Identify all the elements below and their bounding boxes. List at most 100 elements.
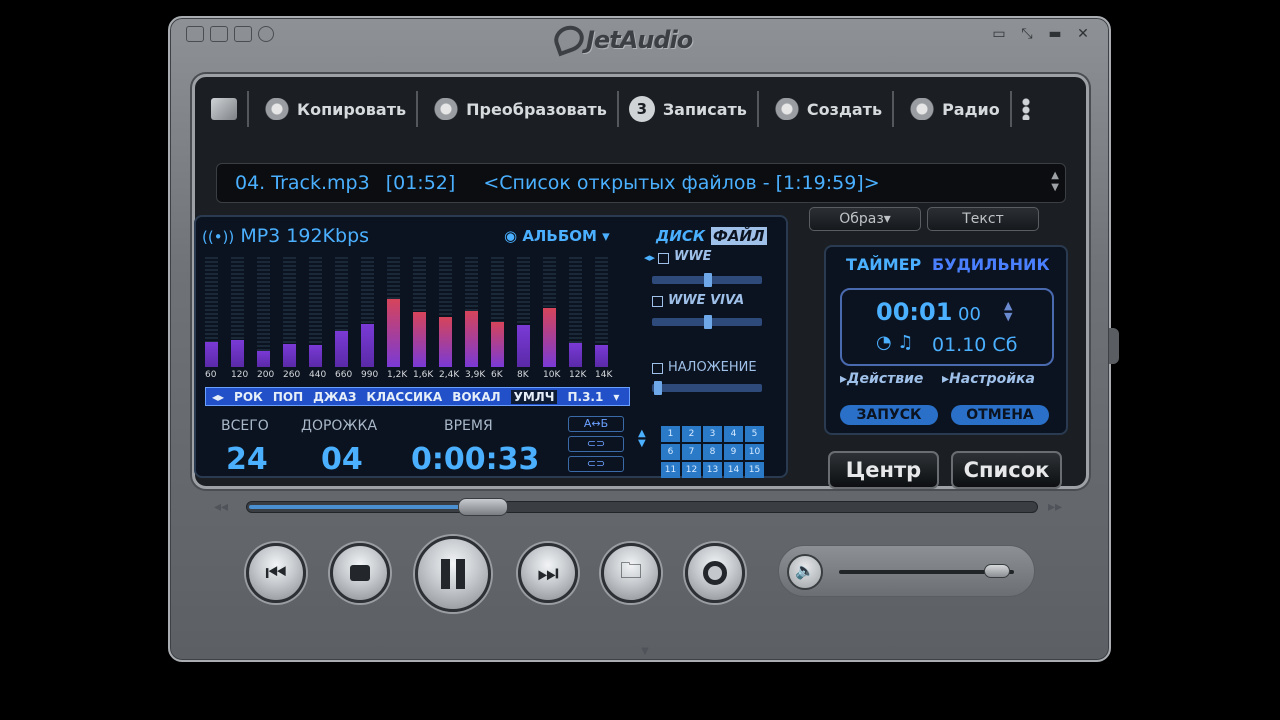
track-number-button[interactable]: 2 bbox=[682, 426, 701, 442]
eq-band-level[interactable] bbox=[439, 317, 452, 367]
eq-band-level[interactable] bbox=[413, 312, 426, 367]
close-icon[interactable]: ✕ bbox=[1073, 26, 1093, 42]
start-button[interactable]: ЗАПУСК bbox=[840, 405, 938, 425]
seek-back-icon[interactable]: ◂◂ bbox=[214, 499, 228, 515]
eq-band-level[interactable] bbox=[569, 343, 582, 367]
equalizer[interactable] bbox=[205, 257, 625, 367]
menu-icon[interactable] bbox=[186, 26, 204, 42]
eq-band-level[interactable] bbox=[283, 344, 296, 367]
settings-link[interactable]: ▸Настройка bbox=[942, 371, 1035, 387]
cancel-button[interactable]: ОТМЕНА bbox=[951, 405, 1049, 425]
minimize-icon[interactable]: ▬ bbox=[1045, 26, 1065, 42]
timer-tab[interactable]: ТАЙМЕР bbox=[846, 255, 921, 274]
wide-checkbox[interactable] bbox=[658, 253, 669, 264]
seek-forward-icon[interactable]: ▸▸ bbox=[1048, 499, 1062, 515]
viva-slider[interactable] bbox=[652, 315, 762, 329]
track-number-button[interactable]: 15 bbox=[745, 462, 764, 478]
skin-icon[interactable] bbox=[234, 26, 252, 42]
track-number-button[interactable]: 6 bbox=[661, 444, 680, 460]
mute-button[interactable]: 🔈 bbox=[787, 554, 823, 590]
overlay-slider-knob[interactable] bbox=[654, 381, 662, 395]
convert-button[interactable]: Преобразовать bbox=[418, 91, 619, 127]
grid-scroll-icon[interactable]: ▲ ▼ bbox=[638, 429, 646, 449]
open-folder-button[interactable]: 🗀 bbox=[601, 543, 661, 603]
preset-slot[interactable]: П.3.1 bbox=[567, 390, 603, 404]
info-icon[interactable] bbox=[258, 26, 274, 42]
eq-band-level[interactable] bbox=[491, 322, 504, 367]
seek-bar[interactable] bbox=[246, 498, 1038, 516]
track-number-button[interactable]: 14 bbox=[724, 462, 743, 478]
disk-mode[interactable]: ДИСК bbox=[656, 227, 705, 245]
eq-band-level[interactable] bbox=[465, 311, 478, 367]
restore-icon[interactable]: ⤡ bbox=[1017, 26, 1037, 42]
preset-jazz[interactable]: ДЖАЗ bbox=[313, 390, 356, 404]
radio-button[interactable]: Радио bbox=[894, 91, 1012, 127]
mini-icon[interactable] bbox=[210, 26, 228, 42]
eq-toggle-icon[interactable]: ◂▸ bbox=[212, 390, 224, 404]
track-number-button[interactable]: 4 bbox=[724, 426, 743, 442]
side-expand-handle[interactable] bbox=[1109, 328, 1119, 364]
viva-checkbox[interactable] bbox=[652, 296, 663, 307]
copy-button[interactable]: Копировать bbox=[249, 91, 419, 127]
overlay-slider[interactable] bbox=[652, 381, 762, 395]
eq-preset-bar[interactable]: ◂▸ РОК ПОП ДЖАЗ КЛАССИКА ВОКАЛ УМЛЧ П.3.… bbox=[205, 387, 630, 406]
repeat-button[interactable]: ⊂⊃ bbox=[568, 436, 624, 452]
burn-button[interactable]: 3 Записать bbox=[619, 91, 759, 127]
viva-slider-knob[interactable] bbox=[704, 315, 712, 329]
eject-disc-button[interactable] bbox=[685, 543, 745, 603]
pause-button[interactable] bbox=[415, 536, 491, 612]
minimize-tray-icon[interactable]: ▭ bbox=[989, 26, 1009, 42]
eq-band-level[interactable] bbox=[517, 325, 530, 367]
bottom-expand-handle-icon[interactable]: ▼ bbox=[630, 646, 660, 657]
create-button[interactable]: Создать bbox=[759, 91, 895, 127]
volume-knob[interactable] bbox=[984, 564, 1010, 578]
file-mode[interactable]: ФАЙЛ bbox=[711, 227, 767, 245]
track-number-button[interactable]: 1 bbox=[661, 426, 680, 442]
shuffle-button[interactable]: ⊂⊃ bbox=[568, 456, 624, 472]
track-number-button[interactable]: 5 bbox=[745, 426, 764, 442]
title-bar[interactable]: JetAudio ▭ ⤡ ▬ ✕ bbox=[170, 18, 1109, 58]
eq-band-level[interactable] bbox=[595, 345, 608, 367]
timer-spin-icon[interactable]: ▲ ▼ bbox=[1004, 300, 1012, 322]
track-number-button[interactable]: 12 bbox=[682, 462, 701, 478]
track-number-button[interactable]: 13 bbox=[703, 462, 722, 478]
next-button[interactable]: ⏭ bbox=[518, 543, 578, 603]
track-number-button[interactable]: 8 bbox=[703, 444, 722, 460]
track-number-button[interactable]: 10 bbox=[745, 444, 764, 460]
track-number-button[interactable]: 9 bbox=[724, 444, 743, 460]
eq-band-level[interactable] bbox=[361, 324, 374, 367]
media-center-button[interactable] bbox=[201, 91, 249, 127]
text-view-button[interactable]: Текст bbox=[927, 207, 1039, 231]
seek-thumb[interactable] bbox=[458, 498, 508, 516]
eq-band-level[interactable] bbox=[231, 340, 244, 367]
preset-default[interactable]: УМЛЧ bbox=[510, 389, 558, 404]
preset-classic[interactable]: КЛАССИКА bbox=[366, 390, 442, 404]
alarm-tab[interactable]: БУДИЛЬНИК bbox=[932, 255, 1050, 274]
preset-pop[interactable]: ПОП bbox=[273, 390, 303, 404]
eq-band-level[interactable] bbox=[257, 351, 270, 367]
track-scroll-arrows-icon[interactable]: ▲ ▼ bbox=[1051, 170, 1059, 194]
track-number-button[interactable]: 11 bbox=[661, 462, 680, 478]
previous-button[interactable]: ⏮ bbox=[246, 543, 306, 603]
eq-band-level[interactable] bbox=[335, 331, 348, 367]
action-link[interactable]: ▸Действие bbox=[840, 371, 923, 387]
list-button[interactable]: Список bbox=[951, 451, 1062, 489]
stop-button[interactable] bbox=[330, 543, 390, 603]
preset-rock[interactable]: РОК bbox=[234, 390, 263, 404]
eq-band-level[interactable] bbox=[387, 299, 400, 367]
ab-repeat-button[interactable]: A↔Б bbox=[568, 416, 624, 432]
wide-slider[interactable] bbox=[652, 273, 762, 287]
overlay-checkbox[interactable] bbox=[652, 363, 663, 374]
album-selector[interactable]: ◉ АЛЬБОМ ▾ bbox=[504, 227, 610, 245]
wide-slider-knob[interactable] bbox=[704, 273, 712, 287]
wide-arrows-icon[interactable]: ◂▸ bbox=[644, 251, 655, 264]
eq-band-level[interactable] bbox=[543, 308, 556, 367]
track-number-button[interactable]: 3 bbox=[703, 426, 722, 442]
eq-band-level[interactable] bbox=[309, 345, 322, 367]
more-button[interactable] bbox=[1012, 91, 1040, 127]
eq-band-level[interactable] bbox=[205, 342, 218, 367]
preset-dropdown-icon[interactable]: ▾ bbox=[613, 390, 619, 404]
center-button[interactable]: Центр bbox=[828, 451, 939, 489]
preset-vocal[interactable]: ВОКАЛ bbox=[452, 390, 500, 404]
track-info-bar[interactable]: 04. Track.mp3 [01:52] <Список открытых ф… bbox=[216, 163, 1066, 203]
